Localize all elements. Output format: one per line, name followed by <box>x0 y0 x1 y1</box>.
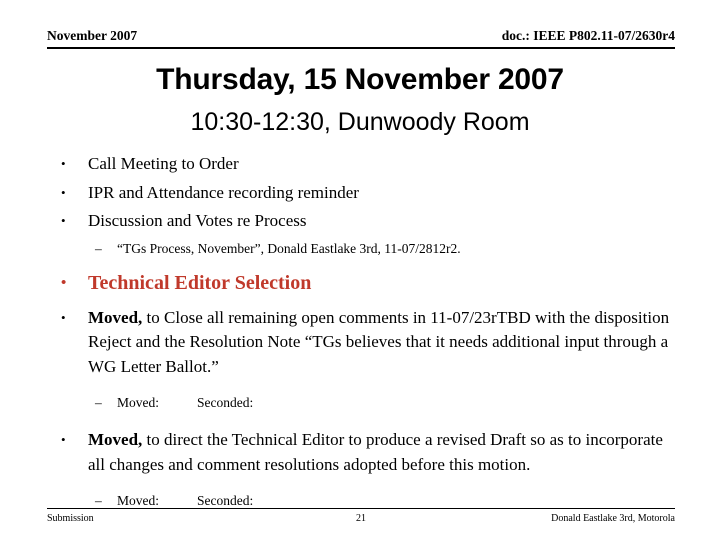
slide-subtitle: 10:30-12:30, Dunwoody Room <box>190 108 530 136</box>
slide-body: • Call Meeting to Order • IPR and Attend… <box>47 152 677 517</box>
list-item: • IPR and Attendance recording reminder <box>47 181 677 205</box>
list-item-label: Call Meeting to Order <box>88 154 239 173</box>
list-item-label: IPR and Attendance recording reminder <box>88 182 359 202</box>
bullet-icon: • <box>61 274 67 291</box>
slide-header: November 2007 doc.: IEEE P802.11-07/2630… <box>47 28 675 50</box>
header-divider <box>47 47 675 49</box>
slide-title: Thursday, 15 November 2007 <box>156 63 564 96</box>
list-item-label: Discussion and Votes re Process <box>88 211 307 230</box>
dash-icon: – <box>95 240 102 256</box>
list-item-motion-two: • Moved, to direct the Technical Editor … <box>47 428 677 477</box>
motion-two-lead: Moved, <box>88 430 143 449</box>
motion-one-lead: Moved, <box>88 307 143 327</box>
motion-two-seconded-label: Seconded: <box>197 493 254 508</box>
slide: November 2007 doc.: IEEE P802.11-07/2630… <box>0 0 720 540</box>
list-item: • Call Meeting to Order <box>47 152 677 176</box>
footer-page-number: 21 <box>355 513 366 524</box>
bullet-icon: • <box>61 309 66 325</box>
footer-row: Submission 21 Donald Eastlake 3rd, Motor… <box>47 512 675 525</box>
sub-list-item-vote-one: – Moved: Seconded: <box>47 393 677 413</box>
list-item-highlight: • Technical Editor Selection <box>47 270 677 297</box>
header-row: November 2007 doc.: IEEE P802.11-07/2630… <box>47 28 675 44</box>
sub-list-item-reference: – “TGs Process, November”, Donald Eastla… <box>47 239 677 259</box>
dash-icon: – <box>95 395 102 410</box>
footer-author: Donald Eastlake 3rd, Motorola <box>551 513 675 524</box>
motion-one-moved-label: Moved: <box>117 395 159 410</box>
motion-two-moved-label: Moved: <box>117 493 159 508</box>
motion-one-text: to Close all remaining open comments in … <box>88 307 670 376</box>
list-item-motion-one: • Moved, to Close all remaining open com… <box>47 306 677 380</box>
bullet-icon: • <box>61 432 66 447</box>
list-item: • Discussion and Votes re Process <box>47 209 677 233</box>
bullet-icon: • <box>61 213 66 228</box>
bullet-icon: • <box>61 184 66 200</box>
motion-one-seconded-label: Seconded: <box>197 395 254 410</box>
motion-two-text: to direct the Technical Editor to produc… <box>88 430 663 474</box>
list-item-highlight-label: Technical Editor Selection <box>88 271 312 294</box>
footer-submission-label: Submission <box>47 513 94 524</box>
header-date: November 2007 <box>47 28 138 43</box>
footer-divider <box>47 508 675 509</box>
bullet-icon: • <box>61 156 66 171</box>
header-document-id: doc.: IEEE P802.11-07/2630r4 <box>501 28 675 43</box>
sub-list-item-label: “TGs Process, November”, Donald Eastlake… <box>117 240 461 256</box>
